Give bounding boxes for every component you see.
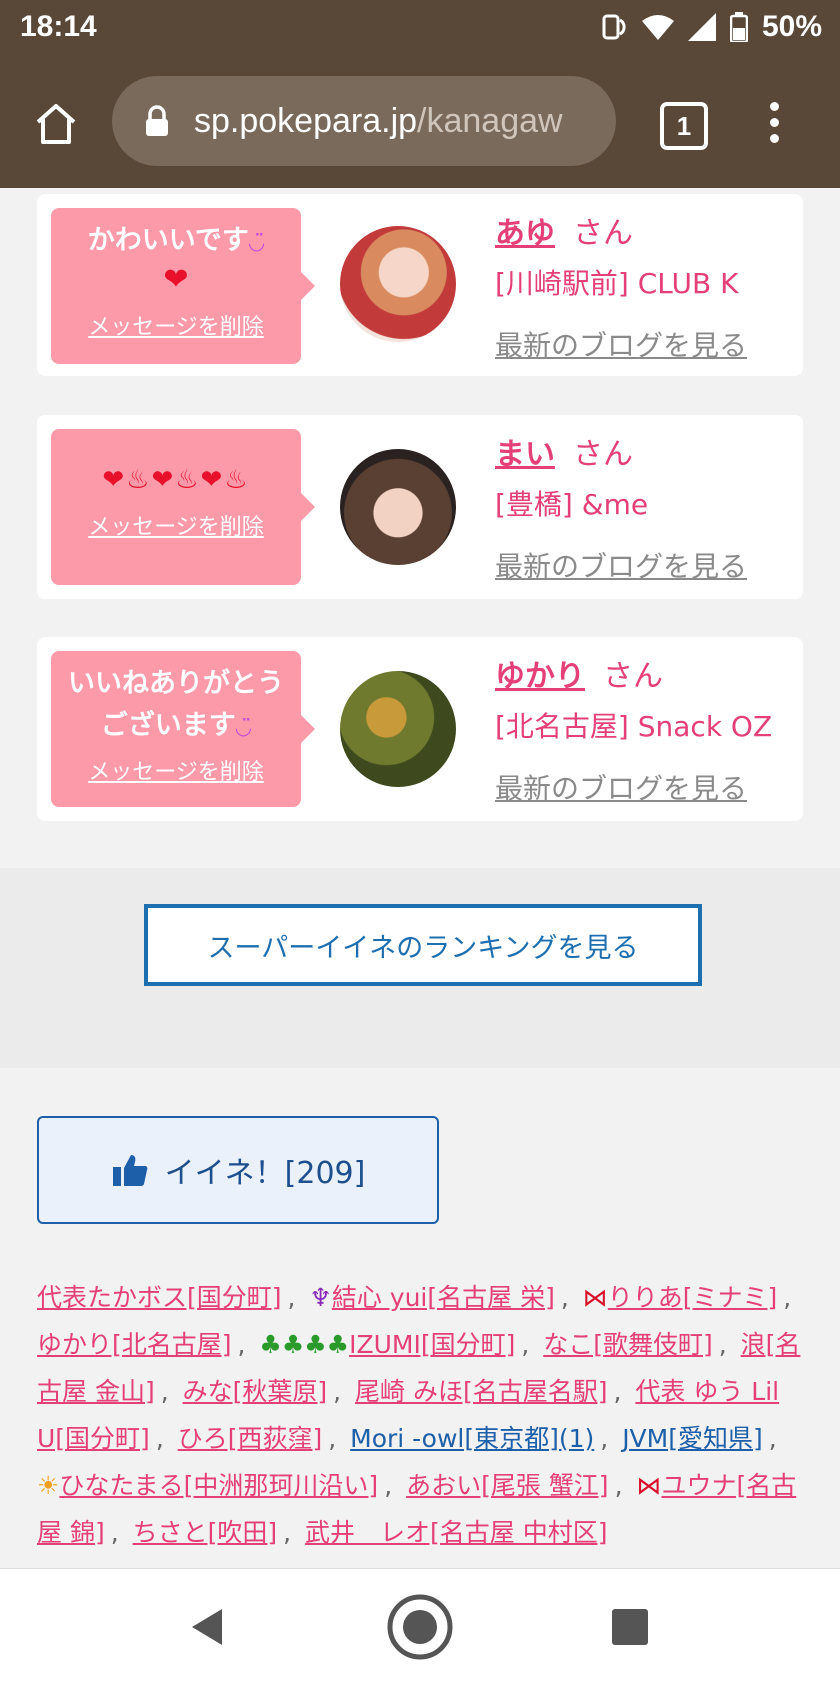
avatar[interactable] bbox=[340, 671, 456, 787]
likers-list: 代表たかボス[国分町], ♆結心 yui[名古屋 栄], ⋈りりあ[ミナミ], … bbox=[37, 1283, 801, 1547]
honorific: さん bbox=[573, 216, 633, 251]
thumbs-up-icon bbox=[112, 1155, 148, 1186]
avatar[interactable] bbox=[340, 226, 456, 342]
ribbon-emoji-icon: ⋈ bbox=[582, 1283, 608, 1312]
latest-blog-link[interactable]: 最新のブログを見る bbox=[495, 767, 772, 807]
latest-blog-link[interactable]: 最新のブログを見る bbox=[495, 324, 747, 364]
shop-name: [川崎駅前] CLUB K bbox=[495, 267, 739, 300]
liker-link[interactable]: ひろ[西荻窪] bbox=[178, 1424, 323, 1453]
liker-link[interactable]: 結心 yui[名古屋 栄] bbox=[332, 1283, 555, 1312]
ribbon-emoji-icon: ⋈ bbox=[636, 1471, 662, 1500]
cast-name-link[interactable]: まい bbox=[495, 437, 555, 472]
overflow-menu-icon[interactable] bbox=[764, 102, 784, 146]
liker-link[interactable]: ゆかり[北名古屋] bbox=[37, 1330, 232, 1359]
page-content: かわいいです◡̈ ❤ メッセージを削除 あゆ さん [川崎駅前] CLUB K 最… bbox=[0, 188, 840, 1568]
signal-icon bbox=[687, 13, 716, 41]
message-bubble: かわいいです◡̈ ❤ メッセージを削除 bbox=[51, 208, 315, 364]
system-navigation-bar bbox=[0, 1568, 840, 1681]
fire-emoji-icon: ♨ bbox=[126, 465, 152, 495]
url-host: sp.pokepara.jp bbox=[194, 101, 418, 140]
battery-level: 50% bbox=[761, 10, 822, 43]
status-bar: 18:14 50% bbox=[0, 0, 840, 60]
message-text: かわいいです bbox=[87, 225, 249, 256]
liker-link[interactable]: 尾崎 みほ[名古屋名駅] bbox=[355, 1377, 607, 1406]
back-icon[interactable] bbox=[188, 1607, 224, 1647]
heart-emoji-icon: ❤ bbox=[102, 465, 127, 495]
message-text: いいねありがとうございます bbox=[68, 668, 284, 741]
liker-link[interactable]: あおい[尾張 蟹江] bbox=[406, 1471, 608, 1500]
honorific: さん bbox=[573, 437, 633, 472]
message-bubble: いいねありがとうございます◡̈ メッセージを削除 bbox=[51, 651, 315, 807]
jellyfish-emoji-icon: ♆ bbox=[309, 1283, 332, 1312]
smile-emoji-icon: ◡̈ bbox=[235, 715, 252, 739]
sun-emoji-icon: ☀ bbox=[37, 1471, 60, 1500]
heart-emoji-icon: ❤ bbox=[151, 465, 176, 495]
liker-link[interactable]: JVM[愛知県] bbox=[622, 1424, 763, 1453]
delete-message-link[interactable]: メッセージを削除 bbox=[51, 509, 301, 541]
liker-link[interactable]: 武井 レオ[名古屋 中村区] bbox=[305, 1518, 607, 1547]
liker-link[interactable]: Mori -owl[東京都](1) bbox=[350, 1424, 594, 1453]
fire-emoji-icon: ♨ bbox=[175, 465, 201, 495]
heart-emoji-icon: ❤ bbox=[163, 262, 189, 297]
liker-link[interactable]: りりあ[ミナミ] bbox=[608, 1283, 778, 1312]
nfc-icon bbox=[602, 14, 626, 40]
recents-icon[interactable] bbox=[612, 1609, 648, 1645]
latest-blog-link[interactable]: 最新のブログを見る bbox=[495, 545, 747, 585]
message-card: ❤♨❤♨❤♨ メッセージを削除 まい さん [豊橋] &me 最新のブログを見る bbox=[37, 415, 803, 599]
like-button[interactable]: イイネ！[209] bbox=[37, 1116, 439, 1224]
liker-link[interactable]: ちさと[吹田] bbox=[133, 1518, 278, 1547]
message-card: かわいいです◡̈ ❤ メッセージを削除 あゆ さん [川崎駅前] CLUB K 最… bbox=[37, 194, 803, 376]
cast-name-link[interactable]: あゆ bbox=[495, 216, 555, 251]
cast-name-link[interactable]: ゆかり bbox=[495, 659, 585, 694]
shop-name: [豊橋] &me bbox=[495, 488, 649, 521]
home-nav-icon[interactable] bbox=[386, 1593, 454, 1661]
clock: 18:14 bbox=[20, 10, 97, 43]
honorific: さん bbox=[603, 659, 663, 694]
browser-chrome: 18:14 50% sp.pokepara.jp/kanagaw 1 bbox=[0, 0, 840, 188]
url-path: /kanagaw bbox=[417, 101, 563, 140]
wifi-icon bbox=[641, 15, 674, 40]
ranking-banner: スーパーイイネのランキングを見る bbox=[0, 868, 840, 1068]
smile-emoji-icon: ◡̈ bbox=[248, 230, 265, 254]
fire-emoji-icon: ♨ bbox=[224, 465, 250, 495]
delete-message-link[interactable]: メッセージを削除 bbox=[51, 309, 301, 341]
cactus-emoji-icon: ♣♣♣♣ bbox=[259, 1330, 350, 1359]
heart-emoji-icon: ❤ bbox=[200, 465, 225, 495]
emoji-message: ❤♨❤♨❤♨ bbox=[51, 459, 301, 501]
tab-switcher-button[interactable]: 1 bbox=[660, 102, 708, 150]
liker-link[interactable]: なこ[歌舞伎町] bbox=[543, 1330, 713, 1359]
avatar[interactable] bbox=[340, 449, 456, 565]
like-button-label: イイネ！[209] bbox=[164, 1156, 366, 1191]
shop-name: [北名古屋] Snack OZ bbox=[495, 710, 773, 743]
super-like-ranking-button[interactable]: スーパーイイネのランキングを見る bbox=[144, 904, 702, 986]
url-bar[interactable]: sp.pokepara.jp/kanagaw bbox=[112, 76, 616, 166]
delete-message-link[interactable]: メッセージを削除 bbox=[51, 754, 301, 786]
liker-link[interactable]: ひなたまる[中洲那珂川沿い] bbox=[59, 1471, 378, 1500]
liker-link[interactable]: IZUMI[国分町] bbox=[349, 1330, 515, 1359]
liker-link[interactable]: 代表たかボス[国分町] bbox=[37, 1283, 282, 1312]
message-card: いいねありがとうございます◡̈ メッセージを削除 ゆかり さん [北名古屋] Sn… bbox=[37, 637, 803, 821]
lock-icon bbox=[146, 105, 168, 136]
liker-link[interactable]: みな[秋葉原] bbox=[183, 1377, 328, 1406]
message-bubble: ❤♨❤♨❤♨ メッセージを削除 bbox=[51, 429, 315, 585]
battery-icon bbox=[729, 12, 748, 42]
status-icons: 50% bbox=[600, 10, 822, 44]
home-icon[interactable] bbox=[32, 100, 80, 148]
